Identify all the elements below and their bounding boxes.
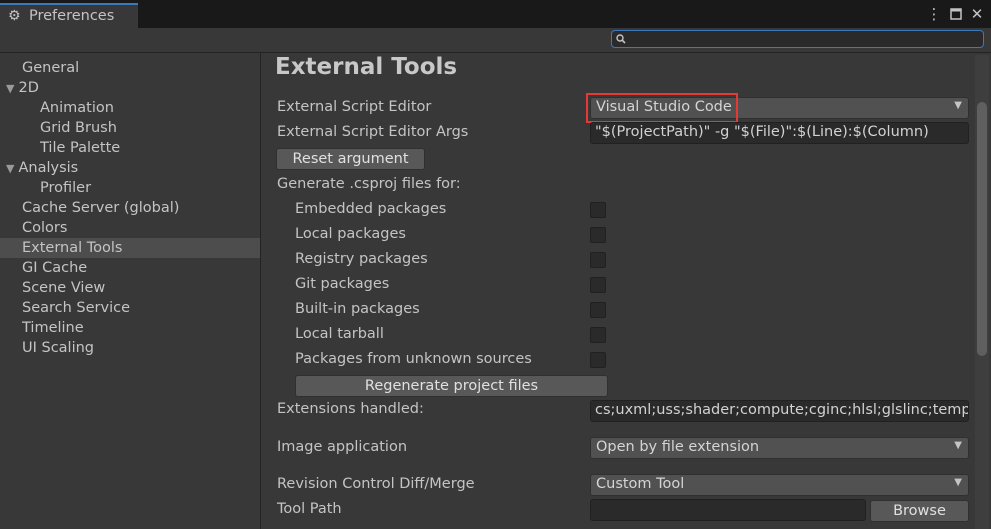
sidebar-item-label: Profiler	[40, 180, 92, 196]
package-label-local: Local packages	[295, 226, 406, 242]
tool-path-label: Tool Path	[277, 501, 342, 517]
registry-packages-checkbox[interactable]	[590, 252, 606, 268]
sidebar-item-label: 2D	[18, 80, 39, 96]
sidebar-item-label: UI Scaling	[22, 340, 95, 356]
sidebar-item-label: Analysis	[18, 160, 79, 176]
sidebar-item-external-tools[interactable]: External Tools	[0, 238, 260, 258]
sidebar-item-label: Timeline	[22, 320, 84, 336]
sidebar-item-cache-server[interactable]: Cache Server (global)	[0, 198, 260, 218]
reset-argument-button[interactable]: Reset argument	[276, 148, 425, 170]
sidebar-item-general[interactable]: General	[0, 58, 260, 78]
package-label-embedded: Embedded packages	[295, 201, 447, 217]
extensions-label: Extensions handled:	[277, 401, 424, 417]
chevron-down-icon: ▼	[954, 440, 962, 451]
sidebar-item-2d[interactable]: ▼ 2D	[0, 78, 260, 98]
maximize-icon[interactable]	[946, 4, 966, 24]
sidebar-item-profiler[interactable]: Profiler	[0, 178, 260, 198]
title-bar: ⚙ Preferences ⋮ ✕	[0, 0, 991, 28]
expand-arrow-icon[interactable]: ▼	[6, 82, 14, 95]
unknown-sources-checkbox[interactable]	[590, 352, 606, 368]
script-editor-label: External Script Editor	[277, 99, 432, 115]
page-title: External Tools	[275, 54, 458, 80]
sidebar-item-search-service[interactable]: Search Service	[0, 298, 260, 318]
image-app-dropdown[interactable]: Open by file extension ▼	[590, 437, 969, 459]
sidebar: General ▼ 2D Animation Grid Brush Tile Pa…	[0, 53, 261, 529]
close-icon[interactable]: ✕	[967, 4, 987, 24]
gear-icon: ⚙	[8, 8, 21, 24]
script-editor-args-value: "$(ProjectPath)" -g "$(File)":$(Line):$(…	[595, 124, 929, 140]
sidebar-item-timeline[interactable]: Timeline	[0, 318, 260, 338]
script-editor-args-label: External Script Editor Args	[277, 124, 469, 140]
package-label-tarball: Local tarball	[295, 326, 384, 342]
search-input[interactable]	[611, 30, 984, 48]
revision-control-label: Revision Control Diff/Merge	[277, 476, 475, 492]
package-label-git: Git packages	[295, 276, 390, 292]
sidebar-item-label: Tile Palette	[40, 140, 121, 156]
extensions-value: cs;uxml;uss;shader;compute;cginc;hlsl;gl…	[595, 402, 969, 418]
chevron-down-icon: ▼	[954, 100, 962, 111]
builtin-packages-checkbox[interactable]	[590, 302, 606, 318]
sidebar-item-ui-scaling[interactable]: UI Scaling	[0, 338, 260, 358]
sidebar-item-grid-brush[interactable]: Grid Brush	[0, 118, 260, 138]
kebab-menu-icon[interactable]: ⋮	[924, 4, 944, 24]
script-editor-args-field[interactable]: "$(ProjectPath)" -g "$(File)":$(Line):$(…	[590, 122, 969, 144]
scrollbar-thumb[interactable]	[977, 102, 987, 356]
expand-arrow-icon[interactable]: ▼	[6, 162, 14, 175]
tool-path-field[interactable]	[590, 499, 866, 521]
sidebar-item-label: Search Service	[22, 300, 131, 316]
regenerate-project-files-button[interactable]: Regenerate project files	[295, 375, 608, 397]
image-app-label: Image application	[277, 439, 408, 455]
sidebar-item-label: Scene View	[22, 280, 106, 296]
git-packages-checkbox[interactable]	[590, 277, 606, 293]
sidebar-item-label: External Tools	[22, 240, 123, 256]
revision-control-value: Custom Tool	[596, 476, 685, 492]
tab-title: Preferences	[29, 8, 115, 24]
sidebar-item-label: General	[22, 60, 80, 76]
package-label-unknown: Packages from unknown sources	[295, 351, 532, 367]
extensions-field[interactable]: cs;uxml;uss;shader;compute;cginc;hlsl;gl…	[590, 400, 969, 422]
embedded-packages-checkbox[interactable]	[590, 202, 606, 218]
preferences-tab[interactable]: ⚙ Preferences	[0, 3, 138, 28]
csproj-label: Generate .csproj files for:	[277, 176, 461, 192]
sidebar-item-label: GI Cache	[22, 260, 88, 276]
chevron-down-icon: ▼	[954, 477, 962, 488]
sidebar-item-tile-palette[interactable]: Tile Palette	[0, 138, 260, 158]
sidebar-item-label: Animation	[40, 100, 114, 116]
sidebar-item-scene-view[interactable]: Scene View	[0, 278, 260, 298]
sidebar-item-label: Cache Server (global)	[22, 200, 180, 216]
image-app-value: Open by file extension	[596, 439, 760, 455]
sidebar-item-colors[interactable]: Colors	[0, 218, 260, 238]
local-packages-checkbox[interactable]	[590, 227, 606, 243]
sidebar-item-analysis[interactable]: ▼ Analysis	[0, 158, 260, 178]
sidebar-item-gi-cache[interactable]: GI Cache	[0, 258, 260, 278]
sidebar-item-label: Grid Brush	[40, 120, 117, 136]
sidebar-item-label: Colors	[22, 220, 68, 236]
revision-control-dropdown[interactable]: Custom Tool ▼	[590, 474, 969, 496]
sidebar-item-animation[interactable]: Animation	[0, 98, 260, 118]
highlight-box	[586, 93, 738, 123]
browse-button[interactable]: Browse	[870, 500, 969, 522]
package-label-builtin: Built-in packages	[295, 301, 420, 317]
local-tarball-checkbox[interactable]	[590, 327, 606, 343]
package-label-registry: Registry packages	[295, 251, 428, 267]
search-icon	[616, 30, 626, 47]
